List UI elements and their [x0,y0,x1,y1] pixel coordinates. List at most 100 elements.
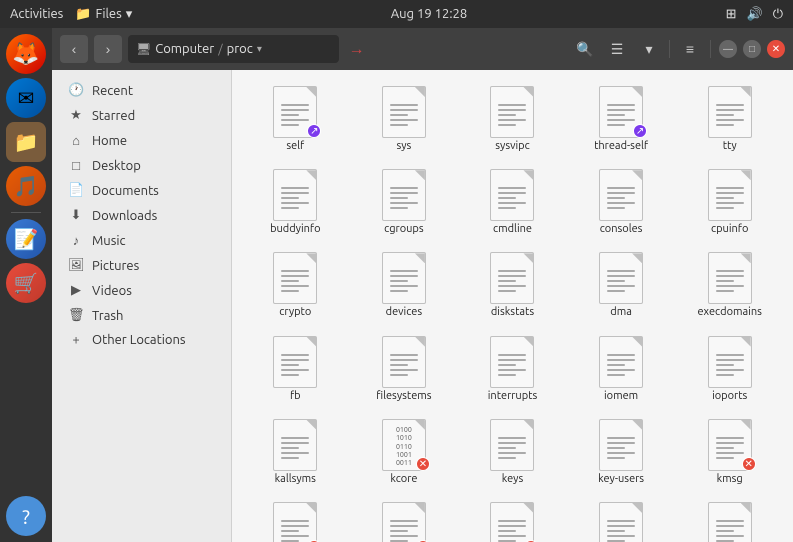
sidebar-item-documents[interactable]: 📄 Documents [56,178,227,203]
file-item[interactable]: filesystems [353,332,456,409]
file-item[interactable]: sys [353,82,456,159]
location-dropdown-icon[interactable]: ▾ [257,43,262,55]
file-item[interactable]: ✕ kpageflags [461,498,564,542]
file-item[interactable]: tty [678,82,781,159]
search-button[interactable]: 🔍 [571,35,599,63]
file-area: ↗ self sys [232,70,793,542]
file-item[interactable]: 01001010011010010011 ✕ kcore [353,415,456,492]
file-item[interactable]: diskstats [461,248,564,325]
location-bar[interactable]: 🖥 Computer / proc ▾ [128,35,339,63]
file-icon-wrap: ✕ [380,504,428,542]
text-file-icon [382,336,426,388]
dock-firefox[interactable]: 🦊 [6,34,46,74]
file-name: keys [502,473,524,486]
dock-files[interactable]: 📁 [6,122,46,162]
sidebar-item-videos[interactable]: ▶ Videos [56,278,227,303]
file-item[interactable]: ✕ kpagecount [353,498,456,542]
text-file-icon [490,419,534,471]
file-name: consoles [600,223,643,236]
file-item[interactable]: dma [570,248,673,325]
file-item[interactable]: fb [244,332,347,409]
thunderbird-icon: ✉ [18,86,35,110]
file-item[interactable]: locks [678,498,781,542]
sound-icon: 🔊 [747,7,763,22]
file-name: interrupts [488,390,537,403]
sidebar-item-starred[interactable]: ★ Starred [56,103,227,128]
file-name: buddyinfo [270,223,320,236]
sidebar-item-desktop[interactable]: □ Desktop [56,153,227,178]
file-icon-wrap [380,171,428,219]
text-file-icon [599,169,643,221]
sidebar-label-videos: Videos [92,284,132,298]
sidebar-item-trash[interactable]: 🗑 Trash [56,303,227,328]
menu-button[interactable]: ≡ [676,35,704,63]
file-name: filesystems [376,390,431,403]
sidebar-item-pictures[interactable]: 🖼 Pictures [56,253,227,278]
window-minimize-button[interactable]: — [719,40,737,58]
file-icon-wrap [706,171,754,219]
sidebar-item-recent[interactable]: 🕐 Recent [56,78,227,103]
file-item[interactable]: ↗ self [244,82,347,159]
starred-icon: ★ [68,108,84,123]
text-file-icon [490,169,534,221]
dock-rhythmbox[interactable]: 🎵 [6,166,46,206]
file-item[interactable]: ✕ kpagecgroup [244,498,347,542]
pictures-icon: 🖼 [68,258,84,273]
sidebar-item-home[interactable]: ⌂ Home [56,128,227,153]
file-item[interactable]: cgroups [353,165,456,242]
dock-software[interactable]: 🛒 [6,263,46,303]
system-bar: Activities 📁 Files ▾ Aug 19 12:28 ⊞ 🔊 ⏻ [0,0,793,28]
file-item[interactable]: ↗ thread-self [570,82,673,159]
file-item[interactable]: loadavg [570,498,673,542]
firefox-icon: 🦊 [12,41,39,67]
dock-help[interactable]: ? [6,496,46,536]
dock-thunderbird[interactable]: ✉ [6,78,46,118]
file-name: cgroups [384,223,424,236]
text-file-icon [599,502,643,542]
dock-writer[interactable]: 📝 [6,219,46,259]
file-item[interactable]: key-users [570,415,673,492]
file-item[interactable]: ✕ kmsg [678,415,781,492]
file-item[interactable]: keys [461,415,564,492]
file-item[interactable]: ioports [678,332,781,409]
sidebar-label-documents: Documents [92,184,159,198]
file-grid: ↗ self sys [244,82,781,542]
home-icon: ⌂ [68,133,84,148]
location-computer: Computer [155,42,214,56]
file-item[interactable]: execdomains [678,248,781,325]
toolbar-divider [669,40,670,58]
text-file-icon [273,252,317,304]
files-menu[interactable]: 📁 Files ▾ [75,7,132,22]
text-file-icon [708,502,752,542]
file-item[interactable]: interrupts [461,332,564,409]
forward-button[interactable]: › [94,35,122,63]
list-view-button[interactable]: ☰ [603,35,631,63]
back-button[interactable]: ‹ [60,35,88,63]
file-item[interactable]: cpuinfo [678,165,781,242]
text-file-icon [490,502,534,542]
text-file-icon [599,252,643,304]
file-item[interactable]: crypto [244,248,347,325]
path-arrow: → [349,40,365,59]
window-close-button[interactable]: ✕ [767,40,785,58]
sidebar-item-music[interactable]: ♪ Music [56,228,227,253]
view-options-button[interactable]: ▾ [635,35,663,63]
text-file-icon [708,252,752,304]
file-item[interactable]: iomem [570,332,673,409]
file-item[interactable]: buddyinfo [244,165,347,242]
sidebar-item-other[interactable]: + Other Locations [56,328,227,352]
file-icon-wrap: ✕ [488,504,536,542]
text-file-icon [490,252,534,304]
file-item[interactable]: kallsyms [244,415,347,492]
file-item[interactable]: sysvipc [461,82,564,159]
network-icon: ⊞ [726,7,737,22]
sidebar-label-downloads: Downloads [92,209,157,223]
activities-button[interactable]: Activities [10,7,63,21]
file-item[interactable]: cmdline [461,165,564,242]
file-name: crypto [279,306,311,319]
sidebar-item-downloads[interactable]: ⬇ Downloads [56,203,227,228]
file-item[interactable]: consoles [570,165,673,242]
file-icon-wrap [271,421,319,469]
file-item[interactable]: devices [353,248,456,325]
window-maximize-button[interactable]: □ [743,40,761,58]
